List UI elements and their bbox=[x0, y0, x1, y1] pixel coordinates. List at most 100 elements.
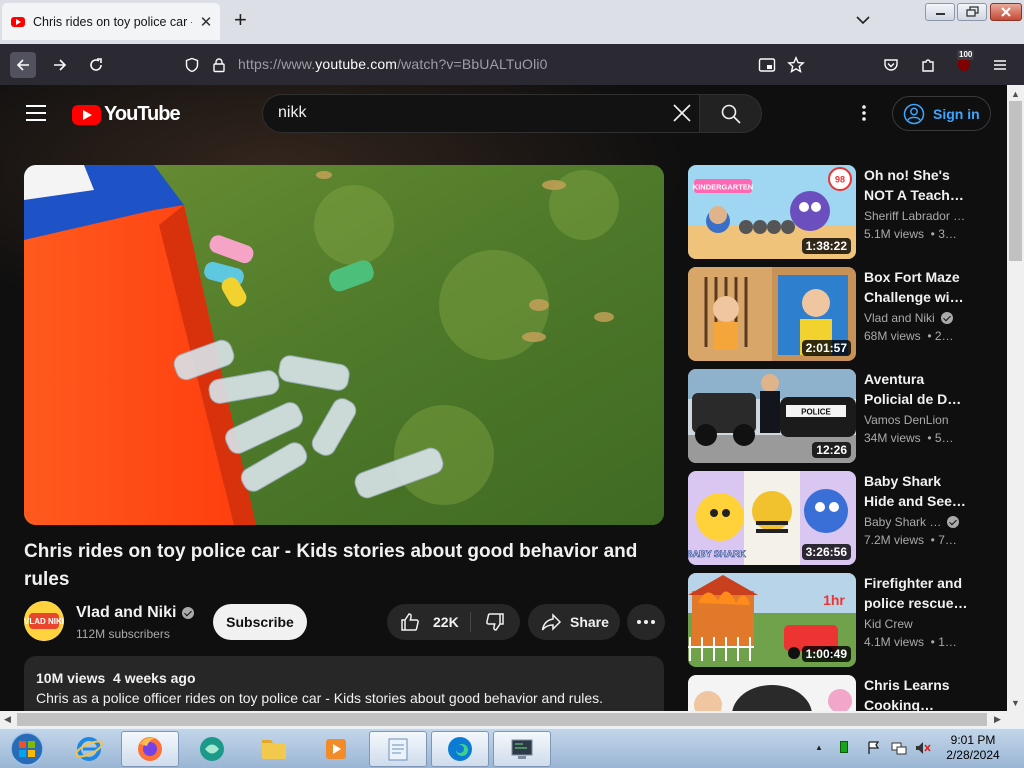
recommendation-thumbnail[interactable]: 1hr 1:00:49 bbox=[688, 573, 856, 667]
window-minimize-button[interactable] bbox=[925, 3, 955, 21]
taskbar-media-player[interactable] bbox=[307, 731, 365, 767]
video-player[interactable] bbox=[24, 165, 664, 525]
youtube-logo[interactable]: YouTube bbox=[72, 103, 181, 126]
search-button[interactable] bbox=[699, 94, 762, 133]
like-button[interactable]: 22K bbox=[387, 604, 470, 640]
svg-text:VLAD NIKI: VLAD NIKI bbox=[24, 617, 64, 626]
title-line-1: Oh no! She's bbox=[864, 167, 950, 183]
video-title: Chris rides on toy police car - Kids sto… bbox=[24, 541, 638, 590]
title-line-1: Baby Shark bbox=[864, 473, 942, 489]
recommendation-channel[interactable]: Vlad and Niki bbox=[864, 311, 953, 325]
action-center-flag-icon[interactable] bbox=[866, 740, 882, 756]
recommendation-thumbnail[interactable]: BABY SHARK 3:26:56 bbox=[688, 471, 856, 565]
subscriber-count: 112M subscribers bbox=[76, 627, 170, 641]
more-actions-button[interactable] bbox=[627, 604, 665, 640]
clock-time: 9:01 PM bbox=[950, 733, 996, 747]
start-button[interactable] bbox=[2, 731, 52, 767]
taskbar-app-bubble[interactable] bbox=[183, 731, 241, 767]
subscribe-button[interactable]: Subscribe bbox=[213, 604, 307, 640]
recommendation-title[interactable]: Chris Learns Cooking… bbox=[864, 675, 968, 711]
recommendation-item[interactable]: Chris Learns Cooking… bbox=[688, 675, 993, 711]
show-hidden-icons-arrow[interactable]: ▲ bbox=[815, 743, 823, 752]
recommendation-thumbnail[interactable]: POLICE 12:26 bbox=[688, 369, 856, 463]
title-line-2: NOT A Teache… bbox=[864, 187, 968, 203]
share-button[interactable]: Share bbox=[528, 604, 620, 640]
taskbar-notepad[interactable] bbox=[369, 731, 427, 767]
vlad-niki-logo-icon: VLAD NIKI bbox=[24, 601, 64, 641]
computer-terminal-icon bbox=[511, 739, 533, 759]
taskbar-internet-explorer[interactable] bbox=[60, 731, 118, 767]
sign-in-button[interactable]: Sign in bbox=[892, 96, 991, 131]
forward-button[interactable] bbox=[47, 52, 73, 78]
back-button[interactable] bbox=[10, 52, 36, 78]
url-path: /watch?v=BbUALTuOli0 bbox=[397, 56, 548, 72]
app-menu-hamburger-icon[interactable] bbox=[987, 52, 1013, 78]
settings-more-vert-icon[interactable] bbox=[858, 103, 870, 123]
clear-search-icon[interactable] bbox=[670, 101, 694, 125]
taskbar-edge[interactable] bbox=[431, 731, 489, 767]
volume-muted-icon[interactable] bbox=[914, 740, 932, 756]
tray-status-icon[interactable] bbox=[840, 741, 848, 753]
channel-name[interactable]: Vlad and Niki bbox=[76, 604, 195, 622]
recommendation-thumbnail[interactable]: KINDERGARTEN 98 1:38:22 bbox=[688, 165, 856, 259]
browser-tab-active[interactable]: Chris rides on toy police car - K ✕ bbox=[2, 3, 220, 40]
guide-menu-icon[interactable] bbox=[26, 105, 46, 121]
recommendation-title[interactable]: Oh no! She's NOT A Teache… bbox=[864, 165, 968, 205]
recommendation-item[interactable]: 1hr 1:00:49 Firefighter and police rescue… bbox=[688, 573, 993, 667]
recommendation-item[interactable]: POLICE 12:26 Aventura Policial de De… Vam… bbox=[688, 369, 993, 463]
share-arrow-icon bbox=[541, 613, 562, 631]
recommendation-item[interactable]: 2:01:57 Box Fort Maze Challenge wit… Vlad… bbox=[688, 267, 993, 361]
recommendation-title[interactable]: Baby Shark Hide and Seek… bbox=[864, 471, 968, 511]
channel-text: Vamos DenLion bbox=[864, 413, 949, 427]
title-line-2: Challenge wit… bbox=[864, 289, 968, 305]
video-duration: 3:26:56 bbox=[801, 544, 851, 560]
url-text[interactable]: https://www.youtube.com/watch?v=BbUALTuO… bbox=[238, 56, 548, 72]
system-clock[interactable]: 9:01 PM 2/28/2024 bbox=[938, 733, 1008, 763]
taskbar-network-app[interactable] bbox=[493, 731, 551, 767]
pocket-icon[interactable] bbox=[878, 52, 904, 78]
new-tab-button[interactable]: + bbox=[234, 9, 247, 31]
dislike-button[interactable] bbox=[470, 604, 520, 640]
search-input-value: nikk bbox=[278, 104, 307, 121]
scroll-left-arrow-icon[interactable]: ◀ bbox=[4, 714, 11, 725]
recommendation-title[interactable]: Aventura Policial de De… bbox=[864, 369, 968, 409]
youtube-logo-text: YouTube bbox=[104, 103, 181, 125]
scroll-up-arrow-icon[interactable]: ▲ bbox=[1011, 89, 1020, 99]
scroll-right-arrow-icon[interactable]: ▶ bbox=[994, 714, 1001, 725]
window-close-button[interactable] bbox=[990, 3, 1022, 21]
recommendation-title[interactable]: Box Fort Maze Challenge wit… bbox=[864, 267, 968, 307]
taskbar-firefox[interactable] bbox=[121, 731, 179, 767]
svg-text:KINDERGARTEN: KINDERGARTEN bbox=[693, 183, 753, 192]
tab-close-icon[interactable]: ✕ bbox=[198, 13, 214, 31]
extensions-puzzle-icon[interactable] bbox=[915, 52, 941, 78]
share-label: Share bbox=[570, 614, 609, 630]
youtube-favicon-icon bbox=[11, 16, 25, 27]
taskbar-file-explorer[interactable] bbox=[245, 731, 303, 767]
video-duration: 1:00:49 bbox=[801, 646, 851, 662]
thumbnail-image bbox=[688, 675, 856, 711]
window-restore-button[interactable] bbox=[957, 3, 987, 21]
recommendation-thumbnail[interactable]: 2:01:57 bbox=[688, 267, 856, 361]
recommendation-channel[interactable]: Vamos DenLion bbox=[864, 413, 949, 427]
recommendation-channel[interactable]: Baby Shark … bbox=[864, 515, 960, 529]
channel-avatar[interactable]: VLAD NIKI bbox=[24, 601, 64, 641]
reload-button[interactable] bbox=[83, 52, 109, 78]
thumbs-up-icon bbox=[401, 613, 419, 631]
network-icon[interactable] bbox=[890, 740, 908, 756]
clock-date: 2/28/2024 bbox=[946, 748, 1000, 762]
vertical-scrollbar-thumb[interactable] bbox=[1009, 101, 1022, 261]
recommendation-thumbnail[interactable] bbox=[688, 675, 856, 711]
title-line-2: Hide and Seek… bbox=[864, 493, 968, 509]
recommendation-channel[interactable]: Sheriff Labrador … bbox=[864, 209, 965, 223]
channel-text: Vlad and Niki bbox=[864, 311, 935, 325]
tab-list-chevron-down-icon[interactable] bbox=[855, 12, 871, 28]
horizontal-scrollbar-thumb[interactable] bbox=[17, 713, 987, 726]
recommendation-title[interactable]: Firefighter and police rescue… bbox=[864, 573, 968, 613]
recommendation-channel[interactable]: Kid Crew bbox=[864, 617, 913, 631]
windows-taskbar: ▲ bbox=[0, 728, 1024, 768]
recommendation-item[interactable]: KINDERGARTEN 98 1:38:22 Oh no! She's NOT … bbox=[688, 165, 993, 259]
recommendation-item[interactable]: BABY SHARK 3:26:56 Baby Shark Hide and Se… bbox=[688, 471, 993, 565]
search-input[interactable] bbox=[262, 94, 699, 133]
svg-text:98: 98 bbox=[835, 175, 845, 185]
scroll-down-arrow-icon[interactable]: ▼ bbox=[1011, 698, 1020, 708]
